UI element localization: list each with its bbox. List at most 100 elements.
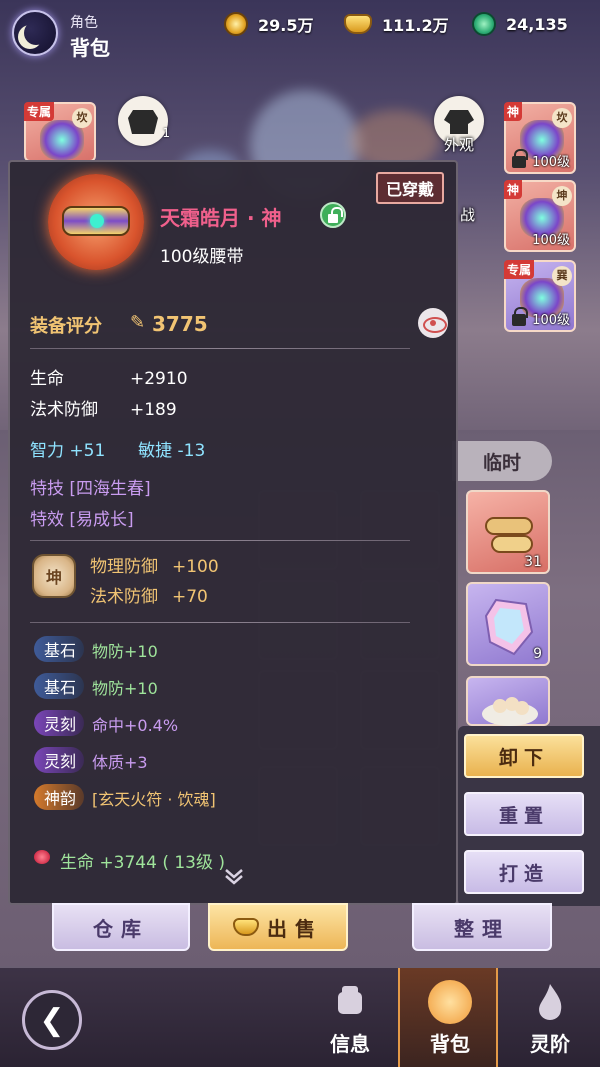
armor-icon bbox=[128, 110, 158, 134]
rune-tag: 灵刻 bbox=[34, 747, 85, 773]
outfit-label: 外观 bbox=[444, 136, 475, 154]
special-skill: 特技 [四海生春] bbox=[30, 479, 151, 499]
currency-jade-value: 24,135 bbox=[506, 14, 568, 34]
moon-avatar-icon[interactable] bbox=[12, 10, 58, 56]
divine-text: [玄天火符 · 饮魂] bbox=[92, 790, 216, 809]
bag-icon bbox=[428, 980, 472, 1024]
gem-bonus-stat: 生命 +3744 ( 13级 ) bbox=[60, 853, 226, 873]
stat-key: 法术防御 bbox=[30, 400, 98, 420]
bottom-nav: ❮ 信息 背包 灵阶 bbox=[0, 966, 600, 1067]
slot-level: 100级 bbox=[532, 313, 570, 328]
item-count: 31 bbox=[524, 554, 542, 570]
header-subtitle: 角色 bbox=[70, 15, 98, 31]
nav-spirit[interactable]: 灵阶 bbox=[500, 968, 600, 1067]
attr-a-key: 智力 bbox=[30, 441, 64, 461]
item-count: 9 bbox=[533, 646, 542, 662]
currency-copper-value: 29.5万 bbox=[258, 16, 314, 35]
equipment-detail-panel: 天霜皓月 · 神 已穿戴 100级腰带 装备评分 ✎ 3775 生命 +2910 … bbox=[8, 160, 458, 905]
gem-text: 物防+10 bbox=[92, 642, 158, 661]
divine-tag: 神韵 bbox=[34, 784, 85, 810]
stat-value: +70 bbox=[172, 587, 208, 607]
divider bbox=[30, 622, 410, 623]
sell-label: 出售 bbox=[267, 916, 323, 941]
slot-trigram: 坎 bbox=[72, 108, 92, 128]
temp-item-crystal[interactable]: 9 bbox=[466, 582, 550, 666]
lock-icon bbox=[512, 149, 528, 168]
score-value: 3775 bbox=[152, 312, 208, 336]
temp-item-scroll[interactable]: 31 bbox=[466, 490, 550, 574]
nav-info-label: 信息 bbox=[330, 1032, 370, 1056]
stat-key: 物理防御 bbox=[90, 557, 158, 577]
temp-item-dumplings[interactable] bbox=[466, 676, 550, 726]
currency-copper: 29.5万 bbox=[224, 12, 313, 36]
slot-level: 100级 bbox=[532, 155, 570, 170]
dumpling-bowl-icon bbox=[482, 697, 538, 726]
jade-dragon-icon bbox=[472, 12, 496, 36]
slot-level: 100级 bbox=[532, 233, 570, 248]
rune-text: 体质+3 bbox=[92, 753, 148, 772]
reset-button[interactable]: 重置 bbox=[464, 792, 584, 836]
equip-slot-right-1[interactable]: 神 坎 100级 bbox=[504, 102, 576, 174]
nav-bag[interactable]: 背包 bbox=[398, 968, 498, 1067]
top-bar: 角色 背包 29.5万 111.2万 24,135 bbox=[0, 0, 600, 60]
action-menu: 卸下 重置 打造 bbox=[458, 726, 600, 906]
gem-tag: 基石 bbox=[34, 673, 85, 699]
stat-key: 生命 bbox=[30, 369, 64, 389]
stat-value: +100 bbox=[172, 557, 219, 577]
trigram-badge: 坤 bbox=[32, 554, 76, 598]
equip-slot-right-2[interactable]: 神 坤 100级 bbox=[504, 180, 576, 252]
lock-icon bbox=[512, 307, 528, 326]
eye-icon[interactable] bbox=[418, 308, 448, 338]
slot-trigram: 坤 bbox=[552, 186, 572, 206]
equip-slot-right-3[interactable]: 专属 巽 100级 bbox=[504, 260, 576, 332]
unlock-icon[interactable] bbox=[320, 202, 346, 228]
warehouse-button[interactable]: 仓库 bbox=[52, 903, 190, 951]
forge-button[interactable]: 打造 bbox=[464, 850, 584, 894]
copper-coin-icon bbox=[224, 12, 248, 36]
stat-value: +189 bbox=[130, 400, 177, 420]
back-button[interactable]: ❮ bbox=[22, 990, 82, 1050]
base-stat-row: 生命 +2910 bbox=[30, 364, 188, 389]
trigram-stat-row: 物理防御 +100 bbox=[90, 552, 219, 577]
flame-icon bbox=[539, 984, 562, 1020]
gem-text: 物防+10 bbox=[92, 679, 158, 698]
belt-icon bbox=[48, 174, 144, 270]
equip-slot-left[interactable]: 专属 坎 bbox=[24, 102, 96, 162]
sort-button[interactable]: 整理 bbox=[412, 903, 552, 951]
rune-text: 命中+0.4% bbox=[92, 716, 179, 735]
slot-tag: 专属 bbox=[24, 102, 55, 121]
gem-tag: 基石 bbox=[34, 636, 85, 662]
currency-gold: 111.2万 bbox=[344, 12, 449, 36]
chevron-down-icon[interactable] bbox=[222, 864, 246, 888]
rune-tag: 灵刻 bbox=[34, 710, 85, 736]
attr-b-key: 敏捷 bbox=[138, 441, 173, 461]
armor-count: 1 bbox=[162, 126, 170, 140]
item-type: 100级腰带 bbox=[160, 247, 244, 267]
base-stat-row: 法术防御 +189 bbox=[30, 395, 177, 420]
divider bbox=[30, 540, 410, 541]
special-effect: 特效 [易成长] bbox=[30, 510, 134, 530]
score-icon: ✎ bbox=[130, 312, 146, 333]
slot-trigram: 坎 bbox=[552, 108, 572, 128]
slot-trigram: 巽 bbox=[552, 266, 572, 286]
battle-label: 战 bbox=[460, 206, 476, 224]
ruby-icon bbox=[34, 850, 50, 864]
nav-info[interactable]: 信息 bbox=[300, 968, 400, 1067]
score-label: 装备评分 bbox=[30, 316, 102, 337]
slot-tag: 神 bbox=[504, 102, 523, 121]
currency-jade: 24,135 bbox=[472, 12, 568, 36]
gold-ingot-icon bbox=[233, 918, 259, 936]
trigram-stat-row: 法术防御 +70 bbox=[90, 582, 208, 607]
tab-temporary[interactable]: 临时 bbox=[452, 441, 552, 481]
back-arrow-icon: ❮ bbox=[39, 1002, 65, 1038]
armor-button[interactable]: 1 bbox=[118, 96, 170, 146]
equipped-badge: 已穿戴 bbox=[376, 172, 445, 204]
unequip-button[interactable]: 卸下 bbox=[464, 734, 584, 778]
slot-tag: 专属 bbox=[504, 260, 535, 279]
attr-a-value: +51 bbox=[69, 441, 106, 461]
stat-key: 法术防御 bbox=[90, 587, 158, 607]
attr-b-value: -13 bbox=[177, 441, 206, 461]
stat-value: +2910 bbox=[130, 369, 188, 389]
currency-gold-value: 111.2万 bbox=[382, 16, 449, 35]
sell-button[interactable]: 出售 bbox=[208, 903, 348, 951]
